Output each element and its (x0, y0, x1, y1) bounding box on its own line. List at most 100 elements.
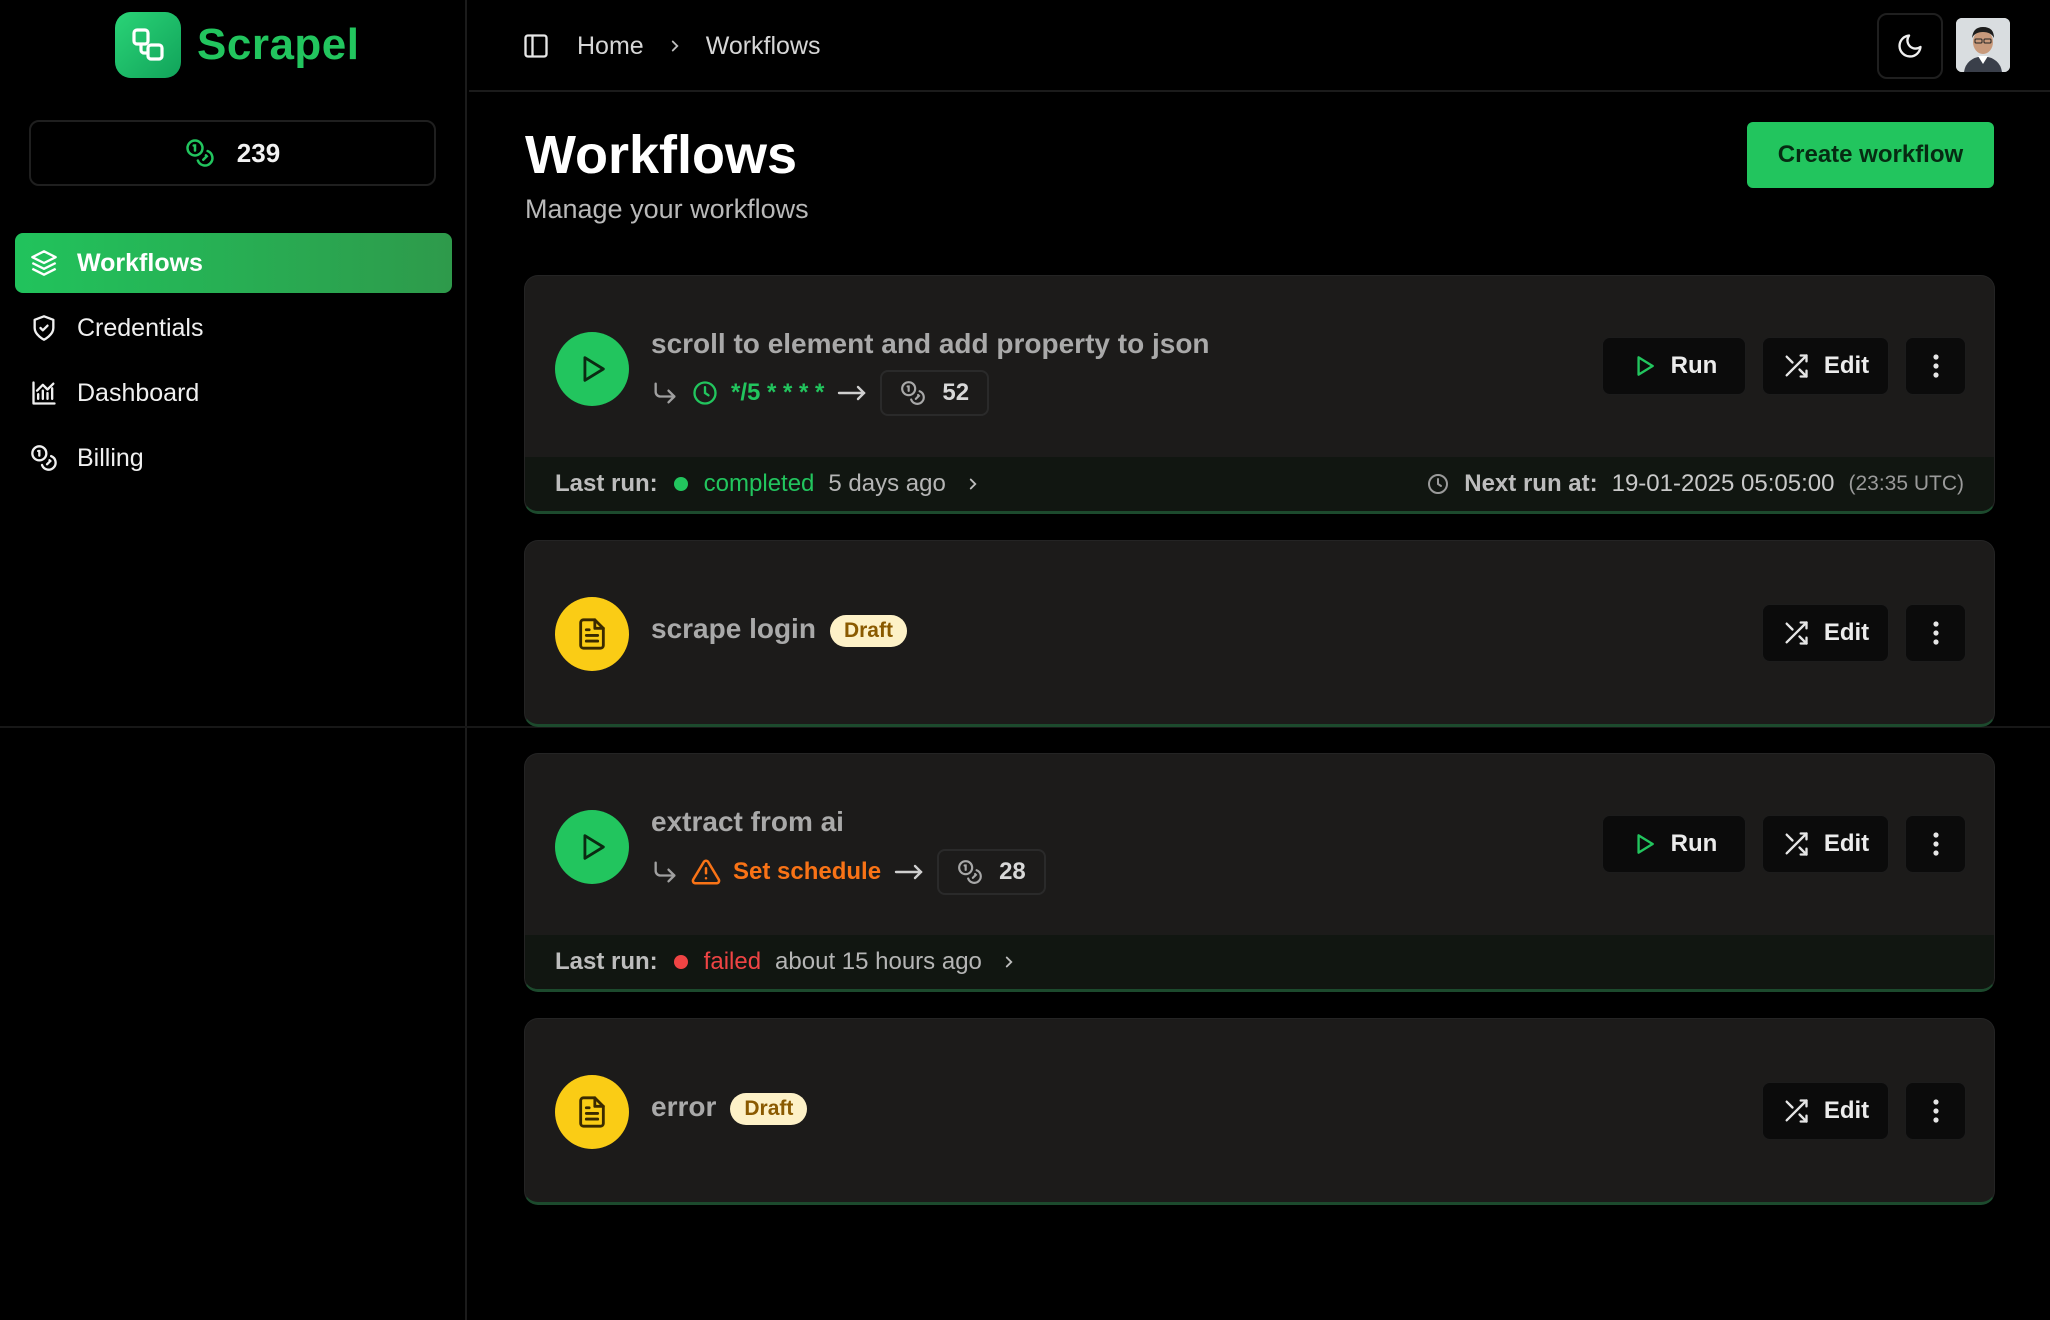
draft-badge: Draft (829, 614, 907, 647)
shuffle-icon (1782, 352, 1810, 380)
edit-button[interactable]: Edit (1762, 604, 1889, 662)
chevron-right-icon (666, 37, 684, 55)
run-label: Run (1670, 352, 1718, 379)
status-dot (673, 955, 688, 969)
sidebar: Scrapel 239 Workflows Credentials Dashbo… (0, 0, 467, 1320)
arrow-right-icon (893, 860, 925, 884)
sidebar-item-credentials[interactable]: Credentials (15, 298, 452, 358)
top-bar: Home Workflows (469, 0, 2050, 92)
last-run-time: about 15 hours ago (775, 948, 982, 975)
edit-label: Edit (1823, 1097, 1870, 1124)
workflow-name-text[interactable]: scrape login (651, 613, 816, 644)
workflow-name[interactable]: scrape login Draft (651, 613, 907, 647)
workflow-name[interactable]: scroll to element and add property to js… (651, 328, 1210, 360)
run-button[interactable]: Run (1602, 815, 1746, 873)
shuffle-icon (1782, 1097, 1810, 1125)
credits-cost: 52 (942, 379, 970, 406)
file-text-icon (555, 597, 629, 671)
clock-icon (1426, 472, 1450, 496)
set-schedule-link[interactable]: Set schedule (733, 858, 881, 886)
sidebar-item-label: Billing (77, 443, 144, 472)
card-actions: Run Edit (1602, 815, 1966, 873)
sidebar-toggle-icon[interactable] (522, 32, 550, 60)
play-icon (1631, 353, 1657, 379)
more-options-button[interactable] (1905, 337, 1966, 395)
more-options-button[interactable] (1905, 604, 1966, 662)
next-run: Next run at: 19-01-2025 05:05:00 (23:35 … (1426, 470, 1964, 498)
last-run-status: failed (703, 948, 762, 975)
edit-label: Edit (1823, 830, 1870, 857)
page-title: Workflows (525, 125, 798, 185)
coins-icon (957, 859, 983, 885)
breadcrumb: Home Workflows (577, 28, 821, 64)
credits-balance[interactable]: 239 (29, 120, 436, 186)
workflow-card: scroll to element and add property to js… (524, 275, 1995, 514)
breadcrumb-workflows[interactable]: Workflows (706, 32, 821, 61)
avatar[interactable] (1956, 18, 2010, 72)
workflow-card: scrape login Draft Edit (524, 540, 1995, 727)
shuffle-icon (1782, 830, 1810, 858)
more-options-button[interactable] (1905, 1082, 1966, 1140)
sidebar-item-label: Dashboard (77, 378, 200, 407)
create-workflow-button[interactable]: Create workflow (1747, 122, 1994, 188)
credits-cost-badge[interactable]: 52 (880, 370, 990, 416)
edit-button[interactable]: Edit (1762, 337, 1889, 395)
brand-name: Scrapel (197, 20, 360, 69)
card-actions: Run Edit (1602, 337, 1966, 395)
workflow-name[interactable]: error Draft (651, 1091, 808, 1125)
card-actions: Edit (1762, 604, 1966, 662)
clock-icon (691, 379, 719, 407)
corner-down-right-icon (651, 858, 679, 886)
workflow-meta: Set schedule 28 (651, 849, 1046, 895)
last-run-label: Last run: (555, 948, 658, 975)
workflow-meta: */5 * * * * 52 (651, 370, 990, 416)
workflow-card: error Draft Edit (524, 1018, 1995, 1205)
coins-icon (185, 138, 215, 168)
credits-cost-badge[interactable]: 28 (937, 849, 1046, 895)
chevron-right-icon[interactable] (1000, 953, 1018, 971)
sidebar-item-billing[interactable]: Billing (15, 428, 452, 488)
brand-logo[interactable]: Scrapel (115, 12, 359, 78)
credits-count: 239 (236, 137, 281, 168)
corner-down-right-icon (651, 379, 679, 407)
workflow-name[interactable]: extract from ai (651, 806, 844, 838)
last-run-label: Last run: (555, 470, 658, 497)
edit-button[interactable]: Edit (1762, 815, 1889, 873)
coins-icon (900, 380, 926, 406)
next-run-utc: (23:35 UTC) (1848, 472, 1964, 495)
page-subtitle: Manage your workflows (525, 194, 809, 224)
logo-icon (115, 12, 181, 78)
chevron-right-icon[interactable] (964, 475, 982, 493)
edit-label: Edit (1823, 352, 1870, 379)
next-run-label: Next run at: (1464, 470, 1598, 497)
more-options-button[interactable] (1905, 815, 1966, 873)
more-vertical-icon (1931, 352, 1941, 380)
draft-badge: Draft (730, 1092, 808, 1125)
schedule-cron[interactable]: */5 * * * * (731, 379, 824, 407)
play-icon (555, 332, 629, 406)
more-vertical-icon (1931, 1097, 1941, 1125)
sidebar-item-dashboard[interactable]: Dashboard (15, 363, 452, 423)
file-text-icon (555, 1075, 629, 1149)
run-button[interactable]: Run (1602, 337, 1746, 395)
theme-toggle-button[interactable] (1877, 13, 1943, 79)
play-icon (1631, 831, 1657, 857)
run-label: Run (1670, 830, 1718, 857)
next-run-time: 19-01-2025 05:05:00 (1611, 470, 1835, 497)
card-actions: Edit (1762, 1082, 1966, 1140)
breadcrumb-home[interactable]: Home (577, 32, 644, 61)
sidebar-item-label: Credentials (77, 313, 204, 342)
shield-icon (29, 313, 59, 343)
workflow-name-text[interactable]: error (651, 1091, 716, 1122)
coins-icon (29, 443, 59, 473)
play-icon (555, 810, 629, 884)
edit-button[interactable]: Edit (1762, 1082, 1889, 1140)
last-run-bar: Last run: completed 5 days ago Next run … (525, 457, 1994, 511)
arrow-right-icon (836, 381, 868, 405)
moon-icon (1896, 32, 1924, 60)
more-vertical-icon (1931, 830, 1941, 858)
sidebar-item-label: Workflows (77, 248, 203, 277)
shuffle-icon (1782, 619, 1810, 647)
sidebar-item-workflows[interactable]: Workflows (15, 233, 452, 293)
last-run-bar: Last run: failed about 15 hours ago (525, 935, 1994, 989)
